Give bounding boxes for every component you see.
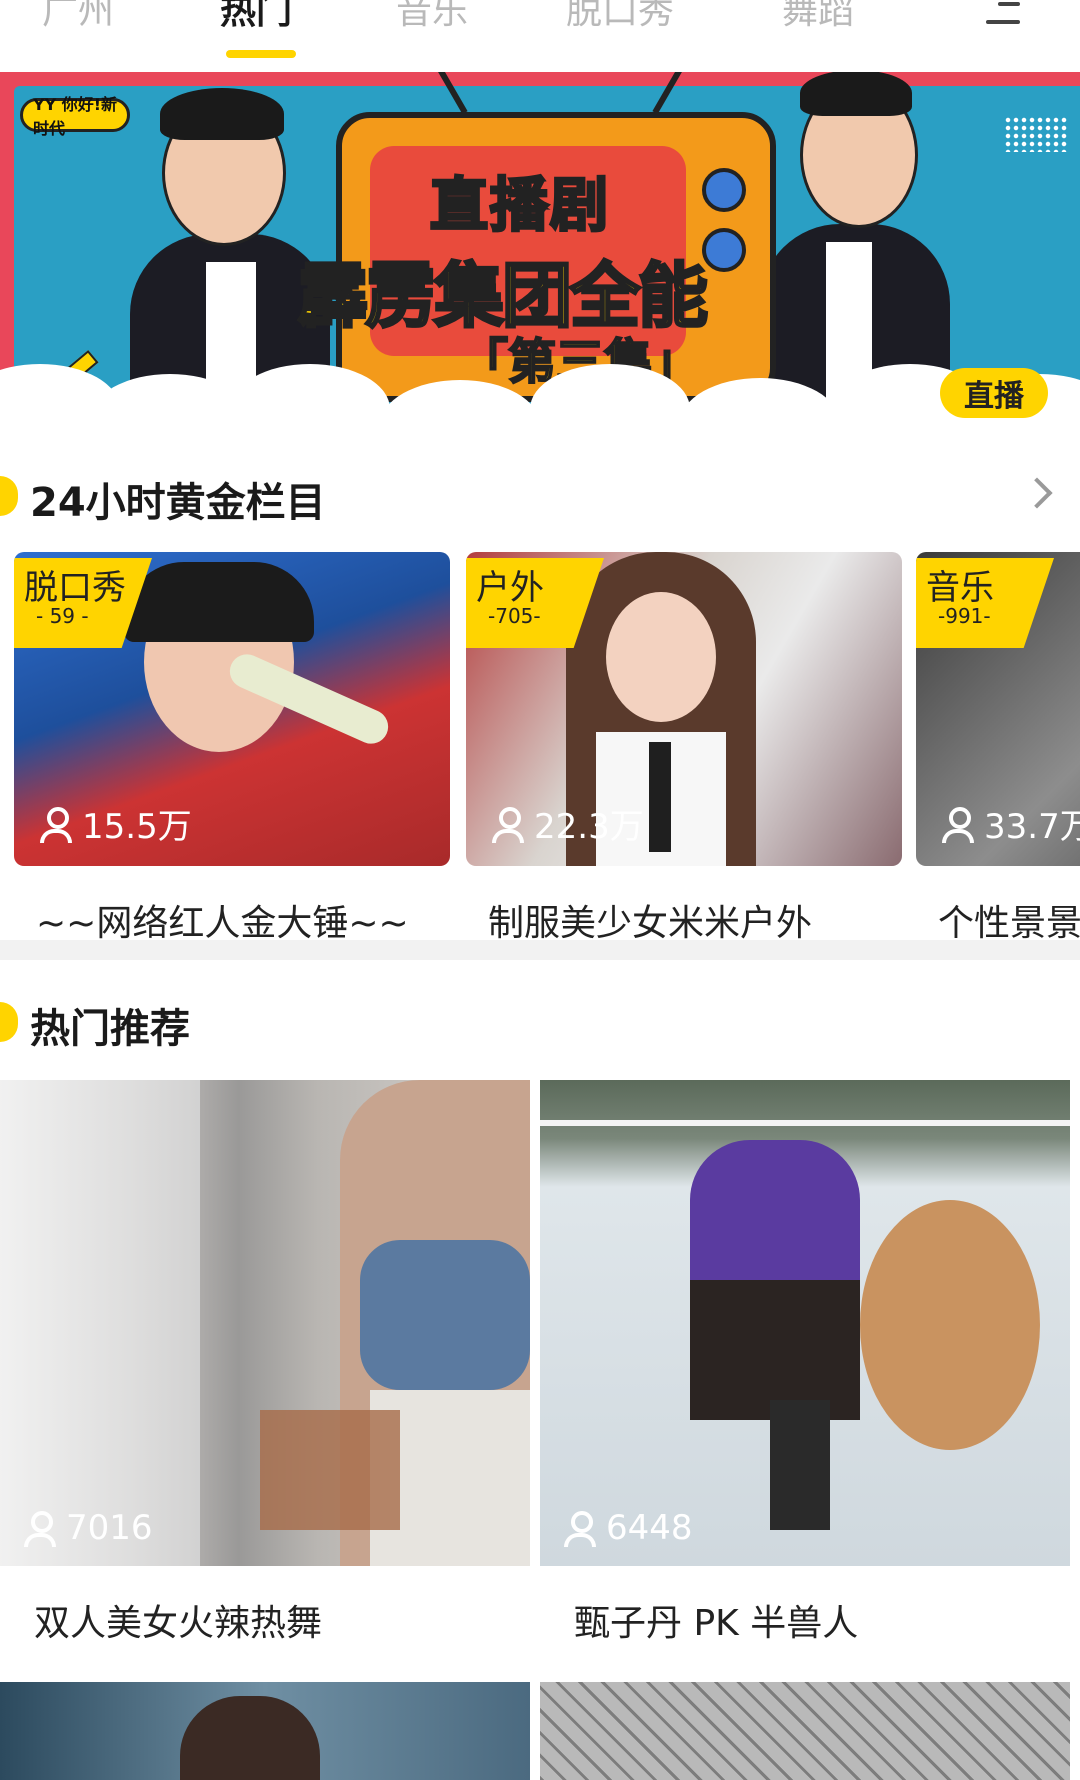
tab-talkshow[interactable]: 脱口秀 xyxy=(566,0,674,34)
viewer-count-value: 6448 xyxy=(606,1508,693,1548)
hot-item-thumbnail-partial[interactable] xyxy=(540,1682,1070,1780)
viewer-count-value: 15.5万 xyxy=(82,807,192,847)
golden-card-thumbnail: 户外 -705- 22.3万 xyxy=(466,552,902,866)
viewer-count: 15.5万 xyxy=(40,799,192,848)
viewer-count: 6448 xyxy=(564,1508,693,1548)
hot-item-title: 甄子丹 PK 半兽人 xyxy=(574,1603,859,1644)
hot-section-header: 热门推荐 xyxy=(0,988,1080,1052)
live-badge: 直播 xyxy=(940,368,1048,418)
menu-icon[interactable] xyxy=(986,0,1020,30)
golden-card[interactable]: 音乐 -991- 33.7万 个性景景 xyxy=(916,552,1080,944)
section-divider xyxy=(0,940,1080,960)
viewer-count-value: 22.3万 xyxy=(534,807,644,847)
host-left-hair xyxy=(160,88,284,140)
golden-section-header[interactable]: 24小时黄金栏目 xyxy=(0,462,1080,526)
golden-card-title: 个性景景 xyxy=(938,903,1080,944)
category-tag-label: 脱口秀 xyxy=(24,568,126,608)
section-marker xyxy=(0,476,18,516)
category-tag-number: -705- xyxy=(488,604,541,628)
category-tabs: 广州 热门 音乐 脱口秀 舞蹈 xyxy=(0,0,1080,68)
category-tag-label: 音乐 xyxy=(926,568,994,608)
golden-card-title: ~~网络红人金大锤~~ xyxy=(36,903,409,944)
active-tab-indicator xyxy=(226,50,296,58)
host-right-hair xyxy=(800,72,912,116)
viewer-count-value: 33.7万 xyxy=(984,807,1080,847)
promo-banner[interactable]: YY 你好!新时代 直播剧 霹雳集团全能 「第三集」 xyxy=(0,72,1080,424)
golden-section-title: 24小时黄金栏目 xyxy=(30,480,326,526)
viewer-count: 22.3万 xyxy=(492,799,644,848)
tab-music[interactable]: 音乐 xyxy=(396,0,468,34)
hot-item-thumbnail-partial[interactable] xyxy=(0,1682,530,1780)
hot-item[interactable]: 7016 双人美女火辣热舞 xyxy=(0,1080,530,1646)
chevron-right-icon[interactable] xyxy=(1021,477,1053,509)
tab-dance[interactable]: 舞蹈 xyxy=(782,0,854,34)
banner-dots-decoration xyxy=(1004,116,1068,152)
viewer-count-value: 7016 xyxy=(66,1508,153,1548)
golden-carousel[interactable]: 脱口秀 - 59 - 15.5万 ~~网络红人金大锤~~ 户外 -705- 22… xyxy=(0,552,1080,944)
user-icon xyxy=(564,1511,596,1547)
golden-card-thumbnail: 音乐 -991- 33.7万 xyxy=(916,552,1080,866)
category-tag-number: - 59 - xyxy=(36,604,89,628)
user-icon xyxy=(24,1511,56,1547)
hot-item[interactable]: 6448 甄子丹 PK 半兽人 xyxy=(540,1080,1070,1646)
hot-section-title: 热门推荐 xyxy=(30,1006,190,1052)
hot-item-title: 双人美女火辣热舞 xyxy=(34,1603,323,1644)
tab-hot[interactable]: 热门 xyxy=(220,0,292,34)
hot-item-thumbnail: 7016 xyxy=(0,1080,530,1566)
user-icon xyxy=(40,806,72,843)
tab-guangzhou[interactable]: 广州 xyxy=(42,0,114,34)
user-icon xyxy=(942,806,974,843)
user-icon xyxy=(492,806,524,843)
golden-card-title: 制服美少女米米户外 xyxy=(488,903,813,944)
banner-title-line1: 直播剧 xyxy=(428,170,611,241)
golden-card-thumbnail: 脱口秀 - 59 - 15.5万 xyxy=(14,552,450,866)
golden-card[interactable]: 脱口秀 - 59 - 15.5万 ~~网络红人金大锤~~ xyxy=(14,552,450,944)
section-marker xyxy=(0,1002,18,1042)
yy-logo: YY 你好!新时代 xyxy=(20,95,130,138)
viewer-count: 33.7万 xyxy=(942,799,1080,848)
viewer-count: 7016 xyxy=(24,1508,153,1548)
category-tag-label: 户外 xyxy=(476,568,544,608)
category-tag-number: -991- xyxy=(938,604,991,628)
golden-card[interactable]: 户外 -705- 22.3万 制服美少女米米户外 xyxy=(466,552,902,944)
hot-item-thumbnail: 6448 xyxy=(540,1080,1070,1566)
